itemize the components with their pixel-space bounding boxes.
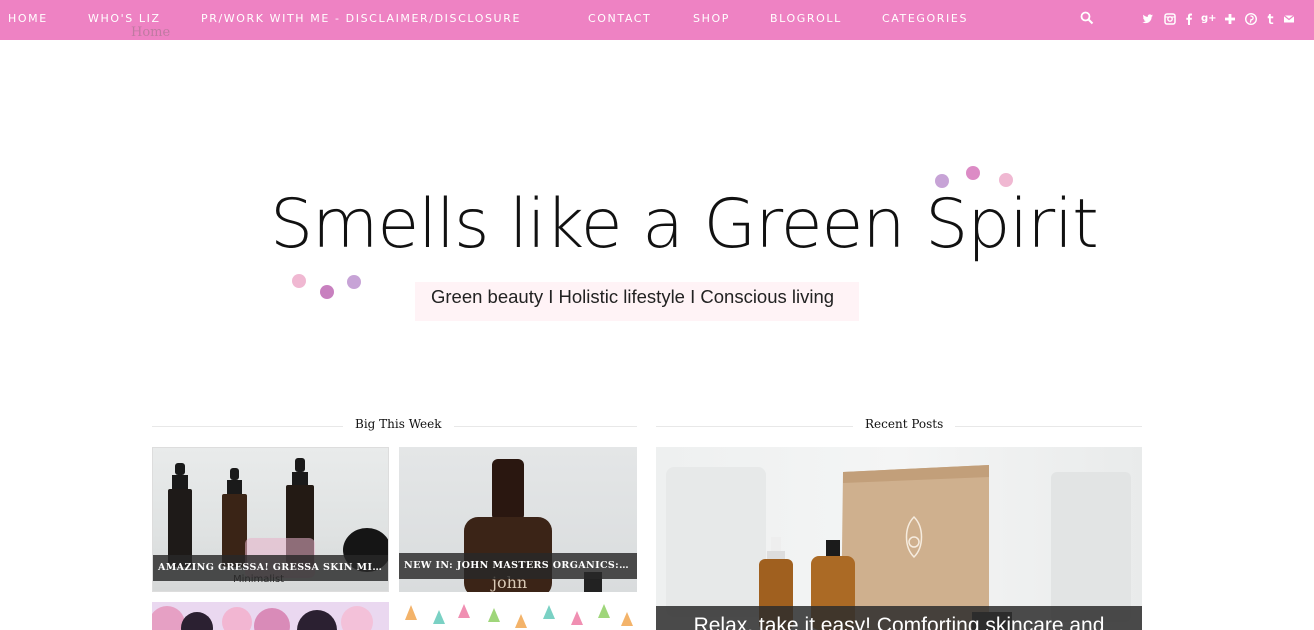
tumblr-icon[interactable] (1266, 12, 1275, 26)
instagram-icon[interactable] (1164, 12, 1176, 26)
party-pattern-image (405, 604, 633, 628)
top-navigation-bar: HOME WHO'S LIZ PR/WORK WITH ME - DISCLAI… (0, 0, 1314, 40)
decorative-dot (966, 166, 980, 180)
featured-post-image[interactable]: Relax, take it easy! Comforting skincare… (656, 447, 1142, 630)
nav-item-contact[interactable]: CONTACT (588, 0, 651, 40)
facebook-icon[interactable] (1185, 12, 1193, 26)
pinterest-icon[interactable] (1245, 12, 1257, 26)
search-icon[interactable] (1080, 11, 1094, 25)
nav-item-pr-work-with-me[interactable]: PR/WORK WITH ME - DISCLAIMER/DISCLOSURE (201, 0, 521, 40)
flowers-image (152, 606, 373, 630)
twitter-icon[interactable] (1142, 12, 1154, 26)
post-caption-gressa[interactable]: AMAZING GRESSA! GRESSA SKIN MINIMALIST..… (153, 555, 388, 581)
post-caption-john-masters[interactable]: NEW IN: JOHN MASTERS ORGANICS: SCALP... (399, 553, 637, 579)
featured-post-caption[interactable]: Relax, take it easy! Comforting skincare… (656, 606, 1142, 630)
breadcrumb-home[interactable]: Home (131, 25, 170, 40)
decorative-dot (292, 274, 306, 288)
site-title[interactable]: Smells like a Green Spirit (270, 182, 1099, 268)
section-title-recent-posts: Recent Posts (853, 417, 956, 431)
site-tagline: Green beauty I Holistic lifestyle I Cons… (431, 286, 835, 307)
nav-item-blogroll[interactable]: BLOGROLL (770, 0, 842, 40)
nav-item-categories[interactable]: CATEGORIES (882, 0, 968, 40)
post-thumbnail-john-masters[interactable]: john NEW IN: JOHN MASTERS ORGANICS: SCAL… (399, 447, 637, 592)
decorative-dot (347, 275, 361, 289)
email-icon[interactable] (1283, 12, 1295, 26)
post-thumbnail-gressa[interactable]: Minimalist AMAZING GRESSA! GRESSA SKIN M… (152, 447, 389, 592)
post-thumbnail-party-pattern[interactable] (399, 602, 637, 630)
section-title-big-this-week: Big This Week (343, 417, 454, 431)
nav-item-shop[interactable]: SHOP (693, 0, 730, 40)
google-plus-icon[interactable]: g+ (1201, 12, 1217, 26)
decorative-dot (320, 285, 334, 299)
post-thumbnail-flowers[interactable] (152, 602, 389, 630)
bloglovin-icon[interactable] (1224, 12, 1236, 26)
skincare-products-image (666, 465, 1131, 630)
nav-item-home[interactable]: HOME (8, 0, 48, 40)
